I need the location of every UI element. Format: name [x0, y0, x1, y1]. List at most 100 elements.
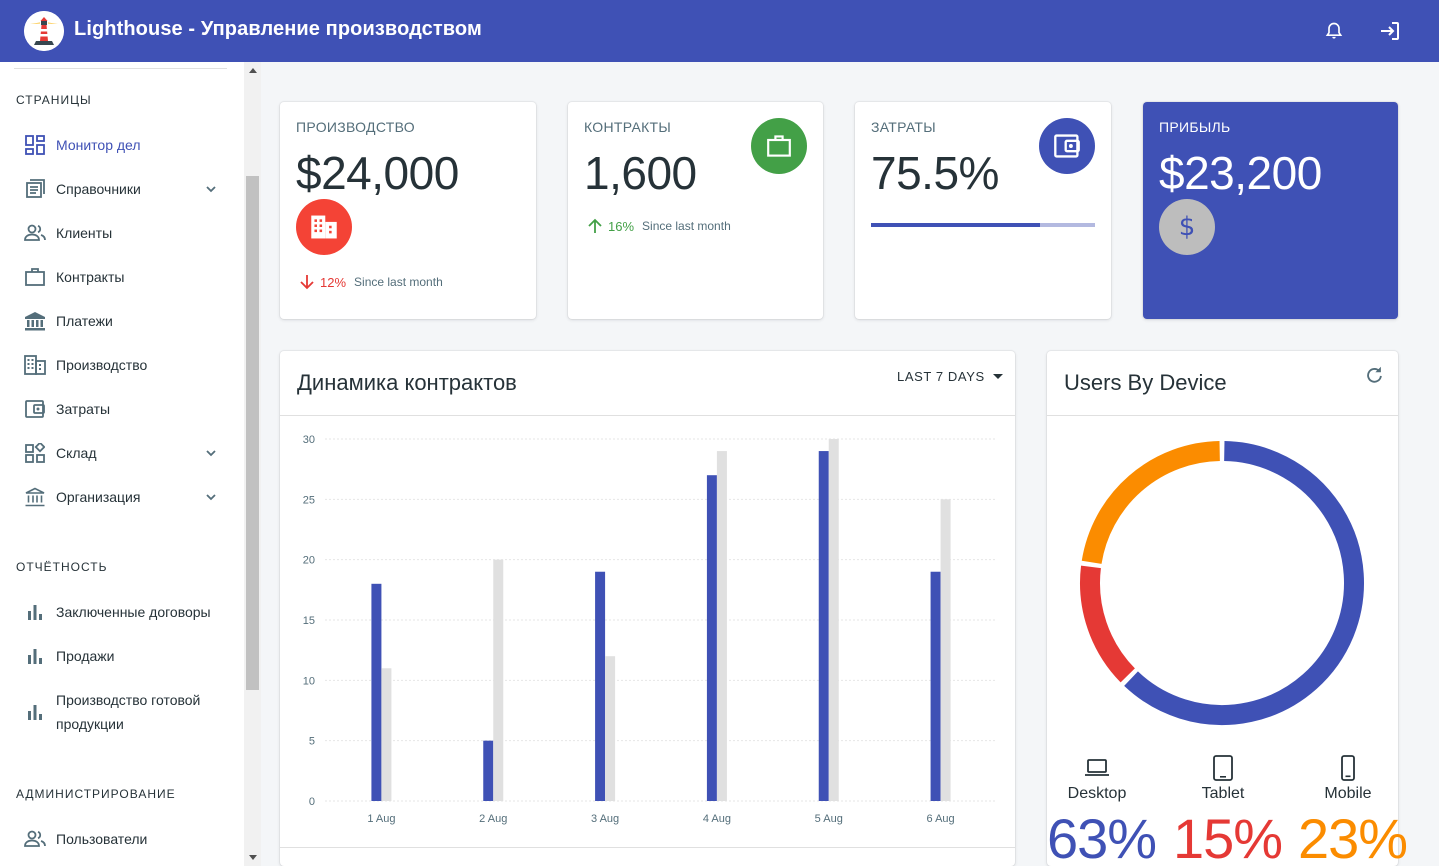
card-divider	[280, 415, 1015, 416]
chevron-down-icon	[206, 494, 216, 501]
widgets-icon	[24, 442, 46, 464]
kpi-diff: 12% Since last month	[298, 273, 443, 291]
card-divider	[280, 847, 1015, 848]
contracts-chart-card: Динамика контрактов LAST 7 DAYS 0 5 10 15 20…	[280, 351, 1015, 866]
sidebar-item-label: Склад	[56, 445, 97, 461]
caret-down-icon	[992, 374, 1003, 379]
sidebar-item-label: Платежи	[56, 313, 113, 329]
kpi-title: ПРИБЫЛЬ	[1159, 119, 1231, 135]
people-icon	[24, 222, 46, 244]
briefcase-icon	[24, 266, 46, 288]
bar-chart-icon	[24, 645, 46, 667]
y-tick-label: 10	[303, 675, 315, 687]
device-name: Desktop	[1067, 785, 1127, 802]
sidebar-item-references[interactable]: Справочники	[0, 169, 244, 209]
briefcase-icon	[751, 118, 807, 174]
wallet-icon	[1039, 118, 1095, 174]
app-bar: Lighthouse - Управление производством	[0, 0, 1439, 62]
device-percent: 15%	[1173, 807, 1283, 866]
bar[interactable]	[493, 559, 504, 801]
sidebar-scrollbar[interactable]	[244, 62, 261, 866]
device-desktop: Desktop 63%	[1047, 755, 1157, 866]
sidebar-item-warehouse[interactable]: Склад	[0, 433, 244, 473]
sidebar-item-label: Организация	[56, 489, 141, 505]
scroll-up-arrow-icon[interactable]	[249, 68, 257, 73]
notifications-icon[interactable]	[1318, 15, 1350, 47]
kpi-card-costs: ЗАТРАТЫ 75.5%	[855, 102, 1111, 319]
logout-icon[interactable]	[1374, 15, 1406, 47]
bar[interactable]	[371, 583, 382, 801]
chevron-down-icon	[206, 186, 216, 193]
donut-slice[interactable]	[1080, 565, 1136, 683]
y-tick-label: 20	[303, 555, 315, 567]
device-percent: 63%	[1047, 807, 1157, 866]
building-icon	[24, 354, 46, 376]
kpi-value: $24,000	[296, 147, 459, 199]
kpi-diff-value: 12%	[320, 274, 347, 290]
sidebar-item-label: Производство	[56, 357, 148, 373]
donut-slice[interactable]	[1081, 441, 1221, 565]
sidebar-item-clients[interactable]: Клиенты	[0, 213, 244, 253]
sidebar-item-label: Монитор дел	[56, 137, 141, 153]
y-tick-label: 30	[303, 434, 315, 446]
building-icon	[296, 199, 352, 255]
institution-icon	[24, 486, 46, 508]
sidebar-item-production[interactable]: Производство	[0, 345, 244, 385]
scroll-down-arrow-icon[interactable]	[249, 855, 257, 860]
sidebar-item-label: Продажи	[56, 648, 115, 664]
sidebar-item-dashboard[interactable]: Монитор дел	[0, 125, 244, 165]
bar[interactable]	[605, 656, 616, 801]
sidebar-item-contracts-report[interactable]: Заключенные договоры	[0, 592, 244, 632]
sidebar-item-production-report[interactable]: Производство готовой продукции	[0, 684, 244, 740]
arrow-down-icon	[300, 275, 314, 290]
chevron-down-icon	[206, 450, 216, 457]
device-tablet: Tablet 15%	[1173, 755, 1283, 866]
lighthouse-logo[interactable]	[24, 11, 64, 51]
bar[interactable]	[818, 451, 829, 801]
kpi-diff: 16% Since last month	[586, 217, 731, 235]
tablet-icon	[1173, 755, 1273, 781]
bar[interactable]	[828, 439, 839, 801]
sidebar-item-contracts[interactable]: Контракты	[0, 257, 244, 297]
bar[interactable]	[706, 475, 717, 801]
donut-slice[interactable]	[1124, 441, 1364, 725]
section-title-reports: ОТЧЁТНОСТЬ	[16, 560, 108, 574]
sidebar-item-payments[interactable]: Платежи	[0, 301, 244, 341]
section-title-admin: АДМИНИСТРИРОВАНИЕ	[16, 787, 176, 801]
x-tick-label: 2 Aug	[479, 813, 507, 825]
kpi-title: ПРОИЗВОДСТВО	[296, 119, 415, 135]
bar[interactable]	[595, 571, 606, 801]
card-divider	[1047, 415, 1398, 416]
bar[interactable]	[381, 668, 392, 801]
device-mobile: Mobile 23%	[1298, 755, 1408, 866]
sidebar-item-costs[interactable]: Затраты	[0, 389, 244, 429]
bar[interactable]	[483, 740, 494, 801]
dashboard-icon	[24, 134, 46, 156]
sidebar-item-sales-report[interactable]: Продажи	[0, 636, 244, 676]
costs-progress-bar	[871, 223, 1095, 227]
bar[interactable]	[930, 571, 941, 801]
range-select-button[interactable]: LAST 7 DAYS	[897, 367, 1007, 385]
refresh-icon[interactable]	[1363, 364, 1387, 388]
sidebar-item-label: Затраты	[56, 401, 111, 417]
kpi-diff-caption: Since last month	[642, 219, 731, 233]
bar[interactable]	[716, 451, 727, 801]
kpi-title: КОНТРАКТЫ	[584, 119, 672, 135]
x-tick-label: 4 Aug	[703, 813, 731, 825]
phone-icon	[1298, 755, 1398, 781]
kpi-card-production: ПРОИЗВОДСТВО $24,000 12% Since last mont…	[280, 102, 536, 319]
kpi-card-contracts: КОНТРАКТЫ 1,600 16% Since last month	[568, 102, 823, 319]
sidebar: СТРАНИЦЫ Монитор дел Справочники Клиенты…	[0, 62, 244, 866]
bar-chart-icon	[24, 601, 46, 623]
y-tick-label: 15	[303, 615, 315, 627]
scrollbar-thumb[interactable]	[246, 176, 259, 690]
device-name: Tablet	[1201, 785, 1245, 802]
sidebar-item-users[interactable]: Пользователи	[0, 819, 244, 859]
bar[interactable]	[940, 499, 951, 801]
app-title: Lighthouse - Управление производством	[74, 18, 482, 40]
costs-progress-fill	[871, 223, 1041, 227]
card-title: Users By Device	[1064, 370, 1227, 395]
device-name: Mobile	[1324, 785, 1372, 802]
sidebar-item-organization[interactable]: Организация	[0, 477, 244, 517]
kpi-title: ЗАТРАТЫ	[871, 119, 936, 135]
